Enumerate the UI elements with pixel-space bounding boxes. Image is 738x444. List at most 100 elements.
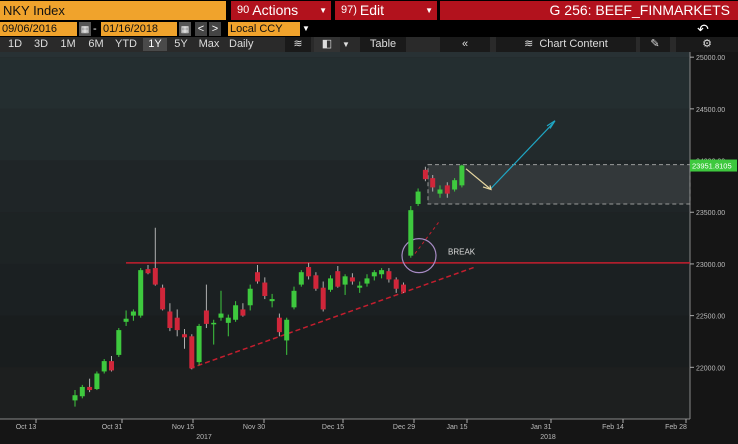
page-title: G 256: BEEF_FINMARKETS xyxy=(440,1,738,20)
chevron-down-icon[interactable]: ▼ xyxy=(341,38,351,51)
line-chart-icon[interactable]: ≋ xyxy=(285,37,311,52)
calendar-icon[interactable]: ▦ xyxy=(79,22,91,36)
previous-button[interactable]: < xyxy=(195,22,207,36)
candle-body xyxy=(313,275,319,289)
undo-icon[interactable]: ↶ xyxy=(668,22,738,37)
actions-menu-button[interactable]: 90 Actions ▼ xyxy=(231,1,331,20)
y-tick-label: 23500.00 xyxy=(696,210,725,217)
candle-body xyxy=(422,169,428,180)
x-tick-label: Jan 15 xyxy=(446,424,467,431)
candle-body xyxy=(152,268,158,285)
candle-body xyxy=(298,272,304,285)
x-tick-label: Dec 29 xyxy=(393,424,415,431)
candle-body xyxy=(269,299,275,302)
candle-body xyxy=(386,271,392,280)
frequency-select[interactable]: Daily ▼ xyxy=(227,38,267,62)
date-range-bar: 09/06/2016 ▦ - 01/16/2018 ▦ < > Local CC… xyxy=(0,21,738,37)
top-bar: NKY Index 90 Actions ▼ 97) Edit ▼ G 256:… xyxy=(0,0,738,21)
x-tick-label: Feb 28 xyxy=(665,424,687,431)
y-tick-label: 23000.00 xyxy=(696,262,725,269)
x-tick-label: Nov 30 xyxy=(243,424,265,431)
candle-body xyxy=(276,317,282,333)
chart-content-label: Chart Content xyxy=(539,38,608,50)
chart-toolbar: 1D 3D 1M 6M YTD 1Y 5Y Max Daily ▼ ≋ ◧ ▼ … xyxy=(0,37,738,62)
table-button[interactable]: Table xyxy=(360,37,406,52)
break-label: BREAK xyxy=(448,248,476,257)
edit-icon[interactable]: ✎ xyxy=(640,37,670,52)
chevron-down-icon[interactable]: ▼ xyxy=(302,22,310,36)
candle-body xyxy=(379,270,385,275)
candle-body xyxy=(94,373,100,390)
period-ytd[interactable]: YTD xyxy=(111,38,141,51)
candle-body xyxy=(342,276,348,285)
collapse-icon[interactable]: « xyxy=(440,37,490,52)
last-price-text: 23951.8105 xyxy=(692,162,732,171)
ticker-field[interactable]: NKY Index xyxy=(0,1,226,20)
candle-body xyxy=(138,270,144,316)
candle-body xyxy=(72,395,78,401)
candle-body xyxy=(174,317,180,331)
end-date-input[interactable]: 01/16/2018 xyxy=(101,22,177,36)
x-tick-label: Jan 31 xyxy=(530,424,551,431)
candle-body xyxy=(160,287,166,310)
period-5y[interactable]: 5Y xyxy=(169,38,193,51)
x-tick-label: Oct 31 xyxy=(102,424,123,431)
period-max[interactable]: Max xyxy=(195,38,223,51)
x-year-label: 2018 xyxy=(540,434,556,441)
edit-menu-number: 97) xyxy=(341,4,357,16)
candle-body xyxy=(357,285,363,288)
candle-body xyxy=(233,305,239,320)
candle-body xyxy=(262,282,268,296)
chevron-down-icon: ▼ xyxy=(319,6,327,15)
candle-body xyxy=(116,330,122,355)
period-1m[interactable]: 1M xyxy=(55,38,81,51)
x-year-label: 2017 xyxy=(196,434,212,441)
candle-body xyxy=(240,309,246,316)
candle-body xyxy=(167,311,173,329)
actions-menu-number: 90 xyxy=(237,4,250,16)
candle-body xyxy=(437,189,443,194)
price-chart[interactable]: 22000.0022500.0023000.0023500.0024000.00… xyxy=(0,52,738,444)
chart-type-icon[interactable]: ◧ xyxy=(314,37,340,52)
candle-body xyxy=(247,288,253,306)
candle-body xyxy=(430,178,436,188)
candle-body xyxy=(415,191,421,204)
y-tick-label: 25000.00 xyxy=(696,55,725,62)
start-date-input[interactable]: 09/06/2016 xyxy=(0,22,77,36)
candle-body xyxy=(87,386,93,391)
chevron-down-icon: ▼ xyxy=(425,6,433,15)
next-button[interactable]: > xyxy=(209,22,221,36)
calendar-icon[interactable]: ▦ xyxy=(179,22,191,36)
actions-menu-label: Actions xyxy=(252,2,299,18)
candle-body xyxy=(444,185,450,194)
period-1d[interactable]: 1D xyxy=(3,38,27,51)
date-separator: - xyxy=(93,23,97,35)
candle-body xyxy=(211,322,217,325)
period-1y[interactable]: 1Y xyxy=(143,38,167,51)
period-3d[interactable]: 3D xyxy=(29,38,53,51)
candle-body xyxy=(291,290,297,308)
candle-body xyxy=(349,277,355,282)
currency-select[interactable]: Local CCY xyxy=(228,22,300,36)
gear-icon[interactable]: ⚙ xyxy=(676,37,738,52)
candle-body xyxy=(364,278,370,284)
candle-body xyxy=(196,325,202,363)
chart-content-button[interactable]: ≋ Chart Content xyxy=(496,37,636,52)
chart-icon: ≋ xyxy=(524,38,534,50)
candle-body xyxy=(393,279,399,289)
background-band xyxy=(0,108,690,161)
candle-body xyxy=(101,361,107,372)
candle-body xyxy=(284,319,290,341)
candle-body xyxy=(130,311,136,316)
candle-body xyxy=(371,272,377,277)
background-bands xyxy=(0,52,690,368)
edit-menu-button[interactable]: 97) Edit ▼ xyxy=(335,1,437,20)
candle-body xyxy=(335,271,341,287)
candle-body xyxy=(459,165,465,186)
candle-body xyxy=(408,210,414,256)
period-6m[interactable]: 6M xyxy=(83,38,109,51)
y-tick-label: 24500.00 xyxy=(696,107,725,114)
candle-body xyxy=(203,310,209,324)
candle-body xyxy=(145,269,151,274)
candle-body xyxy=(123,318,129,322)
